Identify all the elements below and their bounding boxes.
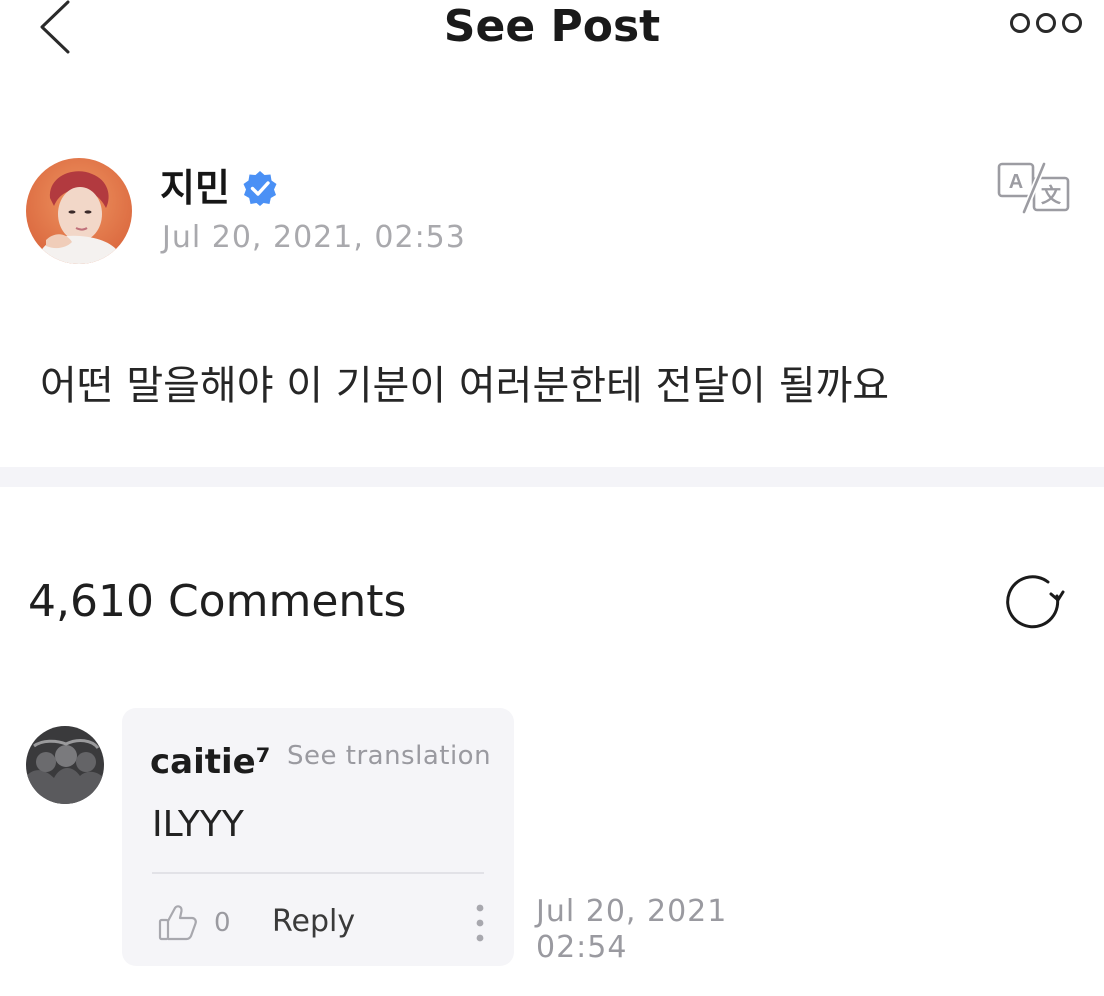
comment-timestamp: Jul 20, 2021 02:54	[536, 894, 727, 966]
like-button[interactable]	[158, 904, 198, 942]
post-author-avatar[interactable]	[26, 158, 132, 264]
post-body-text: 어떤 말을해야 이 기분이 여러분한테 전달이 될까요	[40, 363, 890, 409]
comment-author-name[interactable]: caitie⁷	[150, 738, 271, 786]
more-circles-icon	[1010, 13, 1082, 33]
section-divider	[0, 467, 1104, 487]
comments-count-heading: 4,610 Comments	[28, 576, 407, 627]
page-title: See Post	[443, 1, 661, 52]
comment-divider	[152, 872, 484, 874]
see-translation-link[interactable]: See translation	[287, 738, 491, 774]
verified-badge-icon	[243, 171, 277, 206]
comment-time: 02:54	[536, 930, 628, 965]
comment-body-text: ILYYY	[152, 804, 244, 845]
translate-button[interactable]: A 文	[996, 160, 1074, 216]
svg-text:A: A	[1009, 171, 1023, 193]
more-options-button[interactable]	[1008, 8, 1084, 38]
post-timestamp: Jul 20, 2021, 02:53	[162, 220, 466, 255]
post-author-row: 지민	[160, 158, 278, 218]
svg-text:文: 文	[1041, 183, 1062, 207]
refresh-icon	[1006, 575, 1065, 629]
comment-date: Jul 20, 2021	[536, 894, 728, 929]
thumbs-up-icon	[158, 905, 197, 941]
like-count: 0	[214, 908, 231, 938]
translate-icon: A 文	[997, 162, 1070, 214]
vertical-dots-icon	[476, 904, 484, 942]
comment-author-avatar[interactable]	[26, 726, 104, 804]
comment-more-button[interactable]	[472, 902, 488, 944]
top-nav-bar: See Post	[0, 0, 1104, 60]
see-post-page: See Post 지민 Jul 20, 2021, 02:53 A 文 어떤 말…	[0, 0, 1104, 996]
reply-button[interactable]: Reply	[272, 900, 355, 944]
refresh-comments-button[interactable]	[1002, 572, 1066, 632]
post-author-name[interactable]: 지민	[160, 164, 230, 212]
comment-card: caitie⁷ See translation ILYYY 0 Reply	[122, 708, 514, 966]
